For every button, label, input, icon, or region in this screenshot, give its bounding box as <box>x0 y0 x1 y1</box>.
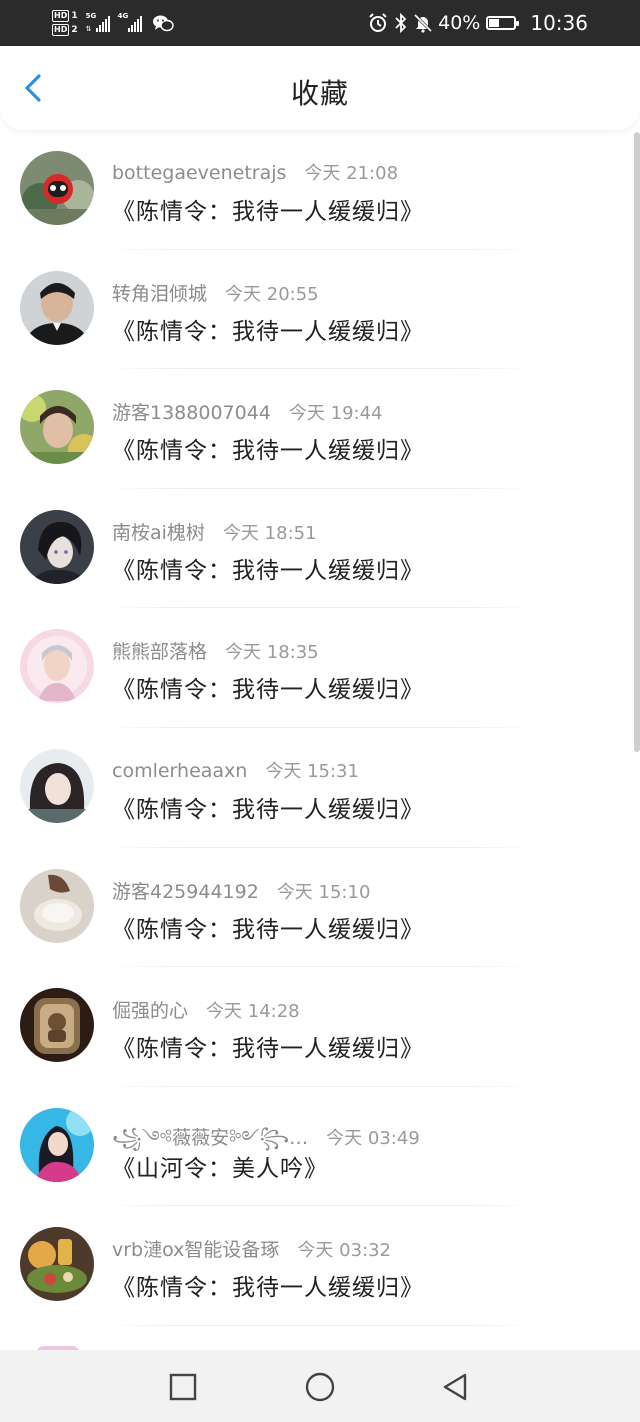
avatar[interactable] <box>20 629 94 704</box>
signal-4g-icon: 4G <box>117 12 142 32</box>
battery-percent: 40% <box>438 12 481 34</box>
home-button[interactable] <box>305 1372 335 1402</box>
username: 熊熊部落格 <box>112 641 208 664</box>
avatar[interactable] <box>20 748 94 823</box>
timestamp: 今天 20:55 <box>225 283 319 305</box>
timestamp: 今天 03:32 <box>297 1240 392 1262</box>
username: vrb漣ox智能设备琢 <box>112 1239 280 1262</box>
username: bottegaevenetrajs <box>112 162 287 184</box>
signal-5g-label: 5G <box>85 12 97 20</box>
list-item[interactable]: ꧁༺薇薇安༻꧂… 今天 03:49 《山河令：美人吟》 <box>0 1087 640 1207</box>
song-title: 《陈情令：我待一人缓缓归》 <box>112 1275 424 1302</box>
navigation-bar <box>0 1350 640 1422</box>
status-bar-right: 40% 10:36 <box>368 6 588 40</box>
avatar[interactable] <box>20 509 94 584</box>
timestamp: 今天 14:28 <box>206 1001 300 1023</box>
list-item[interactable]: bottegaevenetrajs 今天 21:08 《陈情令：我待一人缓缓归》 <box>0 130 640 250</box>
timestamp: 今天 03:49 <box>326 1127 420 1149</box>
list-item[interactable]: 倔强的心 今天 14:28 《陈情令：我待一人缓缓归》 <box>0 967 640 1087</box>
username: 南桉ai槐树 <box>112 521 205 544</box>
hd-badge-1: HD <box>52 10 70 22</box>
page-title: 收藏 <box>290 77 349 110</box>
bluetooth-icon <box>395 13 407 33</box>
scrollbar[interactable] <box>634 132 640 752</box>
list-item[interactable]: 转角泪倾城 今天 20:55 《陈情令：我待一人缓缓归》 <box>0 250 640 370</box>
song-title: 《陈情令：我待一人缓缓归》 <box>112 438 424 465</box>
song-title: 《陈情令：我待一人缓缓归》 <box>112 199 424 225</box>
song-title: 《陈情令：我待一人缓缓归》 <box>112 557 424 584</box>
avatar[interactable] <box>20 1107 94 1182</box>
divider <box>100 1324 540 1326</box>
avatar[interactable] <box>20 988 94 1063</box>
battery-icon <box>486 16 520 30</box>
song-title: 《陈情令：我待一人缓缓归》 <box>112 1036 424 1063</box>
app-header: 收藏 <box>0 46 640 130</box>
song-title: 《山河令：美人吟》 <box>112 1155 328 1182</box>
timestamp: 今天 18:35 <box>225 642 319 664</box>
avatar[interactable] <box>20 390 94 465</box>
username: 游客425944192 <box>112 880 259 903</box>
song-title: 《陈情令：我待一人缓缓归》 <box>112 916 424 943</box>
avatar[interactable] <box>20 270 94 345</box>
signal-4g-label: 4G <box>117 12 129 20</box>
timestamp: 今天 19:44 <box>288 403 383 425</box>
wechat-icon <box>152 15 174 32</box>
status-bar: HD 1 HD 2 5G ⇅ 4G 40% 10:36 <box>0 0 640 46</box>
mute-bell-icon <box>414 13 433 33</box>
list-item[interactable]: 游客425944192 今天 15:10 《陈情令：我待一人缓缓归》 <box>0 848 640 968</box>
list-item[interactable]: vrb漣ox智能设备琢 今天 03:32 《陈情令：我待一人缓缓归》 <box>0 1206 640 1326</box>
list-item[interactable]: 熊熊部落格 今天 18:35 《陈情令：我待一人缓缓归》 <box>0 608 640 728</box>
avatar[interactable] <box>20 868 94 943</box>
username: 游客1388007044 <box>112 402 271 425</box>
timestamp: 今天 15:10 <box>276 881 371 903</box>
avatar[interactable] <box>20 1227 94 1302</box>
signal-5g-icon: 5G ⇅ <box>85 12 110 33</box>
song-title: 《陈情令：我待一人缓缓归》 <box>112 677 424 704</box>
username: comlerheaaxn <box>112 759 248 782</box>
favorites-list: bottegaevenetrajs 今天 21:08 《陈情令：我待一人缓缓归》… <box>0 130 640 1326</box>
hd-badge-2: HD <box>52 24 70 36</box>
sim-2-label: 2 <box>71 25 78 35</box>
username: 转角泪倾城 <box>112 282 208 305</box>
back-button[interactable] <box>440 1372 470 1402</box>
username: 倔强的心 <box>112 1000 189 1023</box>
status-bar-left: HD 1 HD 2 5G ⇅ 4G <box>52 6 174 40</box>
song-title: 《陈情令：我待一人缓缓归》 <box>112 318 424 345</box>
avatar[interactable] <box>20 151 94 225</box>
list-item[interactable]: 游客1388007044 今天 19:44 《陈情令：我待一人缓缓归》 <box>0 369 640 489</box>
list-item[interactable]: comlerheaaxn 今天 15:31 《陈情令：我待一人缓缓归》 <box>0 728 640 848</box>
clock: 10:36 <box>530 11 588 35</box>
sim-1-label: 1 <box>71 11 78 21</box>
list-item[interactable]: 南桉ai槐树 今天 18:51 《陈情令：我待一人缓缓归》 <box>0 489 640 609</box>
song-title: 《陈情令：我待一人缓缓归》 <box>112 796 424 823</box>
timestamp: 今天 18:51 <box>222 522 317 544</box>
recent-apps-button[interactable] <box>168 1372 198 1402</box>
timestamp: 今天 15:31 <box>265 760 359 782</box>
hd-indicators: HD 1 HD 2 <box>52 10 78 36</box>
timestamp: 今天 21:08 <box>304 163 399 184</box>
alarm-icon <box>369 13 387 32</box>
